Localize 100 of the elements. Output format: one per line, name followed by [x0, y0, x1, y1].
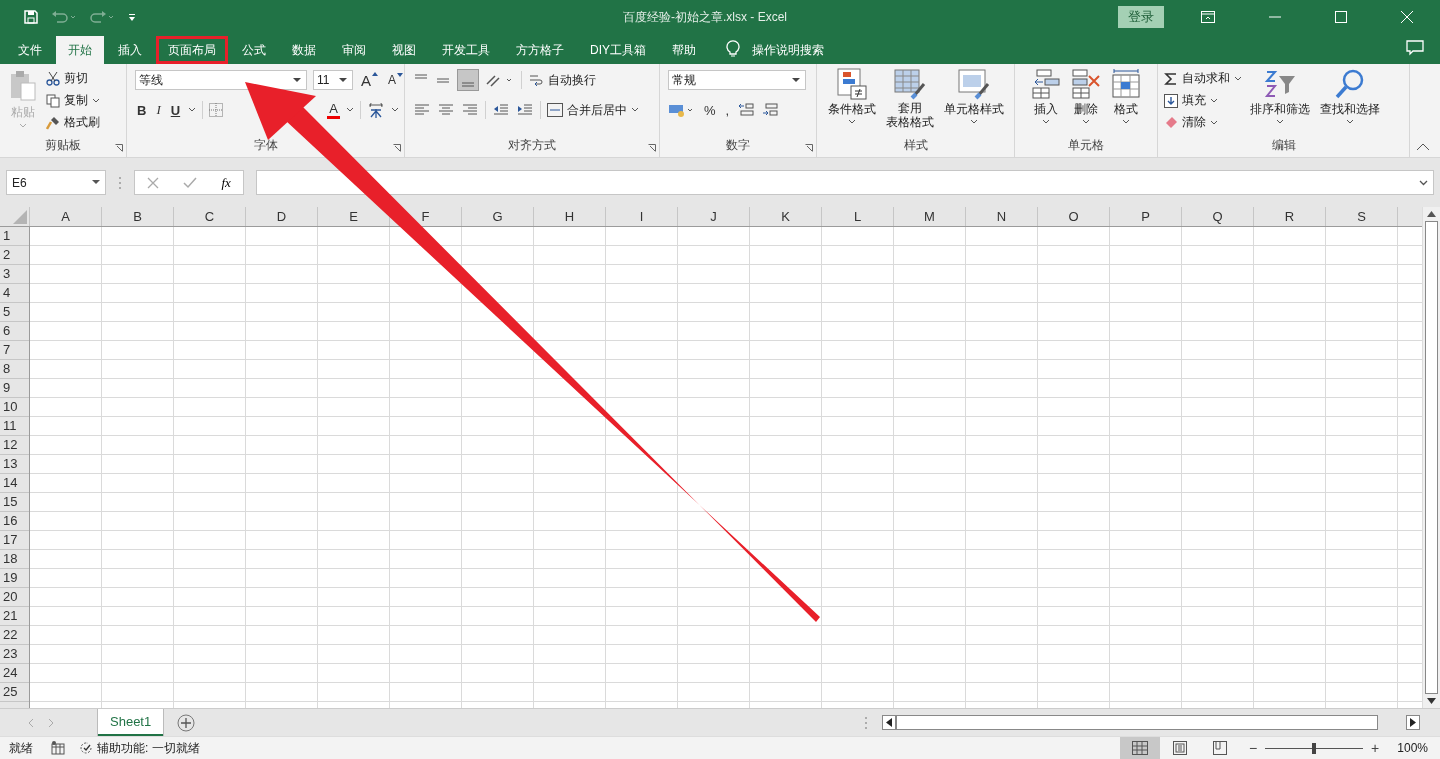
column-header[interactable]: Q	[1212, 209, 1223, 224]
group-label: 数字	[726, 138, 750, 152]
row-header[interactable]: 15	[3, 494, 18, 509]
column-header[interactable]: E	[349, 209, 358, 224]
font-style-button[interactable]: B	[135, 102, 149, 118]
ribbon-tab[interactable]: 插入	[106, 36, 154, 64]
group-label: 编辑	[1271, 138, 1296, 152]
cell-styles-button[interactable]: 单元格样式	[941, 68, 1006, 125]
font-name-dropdown[interactable]: 等线	[135, 70, 307, 90]
row-header[interactable]: 2	[3, 247, 11, 262]
tell-me-search[interactable]: 操作说明搜索	[752, 36, 824, 64]
percent-button[interactable]: %	[702, 102, 718, 118]
row-header[interactable]: 3	[3, 266, 11, 281]
row-header[interactable]: 11	[3, 418, 17, 433]
sheet-tab[interactable]: Sheet1	[98, 709, 164, 736]
insert-cells-button[interactable]: 插入	[1029, 68, 1063, 125]
font-style-button[interactable]: I	[154, 102, 163, 118]
row-header[interactable]: 5	[3, 304, 11, 319]
format-painter-button[interactable]: 格式刷	[46, 112, 100, 133]
column-header[interactable]: G	[492, 209, 503, 224]
merge-center-button[interactable]: 合并后居中	[547, 99, 639, 121]
sort-filter-button[interactable]: 排序和筛选	[1248, 68, 1312, 125]
row-header[interactable]: 22	[3, 627, 18, 642]
row-header[interactable]: 17	[3, 532, 18, 547]
column-header[interactable]: L	[853, 209, 862, 224]
autosum-button[interactable]: 自动求和	[1164, 68, 1242, 89]
row-header[interactable]: 23	[3, 646, 18, 661]
column-header[interactable]: R	[1284, 209, 1295, 224]
ribbon-tab[interactable]: 公式	[230, 36, 278, 64]
column-header[interactable]: F	[421, 209, 430, 224]
window-title: 百度经验-初始之章.xlsx - Excel	[623, 8, 788, 26]
row-header[interactable]: 7	[3, 342, 11, 357]
ribbon-tab[interactable]: 开发工具	[430, 36, 502, 64]
grow-font-button[interactable]: A	[359, 71, 380, 89]
font-size-dropdown[interactable]: 11	[313, 70, 353, 90]
accessibility-status[interactable]: 辅助功能: 一切就绪	[79, 739, 200, 757]
row-header[interactable]: 20	[3, 589, 18, 604]
delete-cells-button[interactable]: 删除	[1069, 68, 1103, 125]
row-header[interactable]: 13	[3, 456, 18, 471]
row-header[interactable]: 10	[3, 399, 18, 414]
row-header[interactable]: 1	[3, 228, 11, 243]
row-header[interactable]: 16	[3, 513, 18, 528]
cut-button[interactable]: 剪切	[46, 68, 100, 89]
group-label: 样式	[903, 138, 928, 152]
row-header[interactable]: 24	[3, 665, 18, 680]
ribbon-tab[interactable]: 审阅	[330, 36, 378, 64]
column-header[interactable]: K	[781, 209, 790, 224]
zoom-out-button[interactable]: −	[1248, 740, 1258, 756]
format-as-table-button[interactable]: 套用 表格格式	[883, 68, 936, 129]
column-header[interactable]: O	[1068, 209, 1079, 224]
column-header[interactable]: C	[204, 209, 215, 224]
group-label: 对齐方式	[508, 138, 556, 152]
status-text: 就绪	[9, 739, 33, 757]
row-header[interactable]: 25	[3, 684, 18, 699]
column-header[interactable]: B	[133, 209, 142, 224]
wrap-text-button[interactable]: 自动换行	[528, 69, 596, 91]
row-header[interactable]: 14	[3, 475, 18, 490]
ribbon-tab[interactable]: 开始	[56, 36, 104, 64]
zoom-level[interactable]: 100%	[1397, 741, 1428, 755]
column-header[interactable]: I	[639, 209, 644, 224]
zoom-in-button[interactable]: +	[1371, 740, 1380, 756]
row-header[interactable]: 21	[3, 608, 18, 623]
column-header[interactable]: J	[710, 209, 717, 224]
group-label: 字体	[253, 138, 278, 152]
column-header[interactable]: D	[276, 209, 287, 224]
ribbon-tab[interactable]: 视图	[380, 36, 428, 64]
ribbon-tab[interactable]: 页面布局	[156, 36, 228, 64]
column-header[interactable]: M	[924, 209, 935, 224]
ribbon-tab[interactable]: 帮助	[660, 36, 708, 64]
row-header[interactable]: 18	[3, 551, 18, 566]
row-header[interactable]: 12	[3, 437, 18, 452]
row-header[interactable]: 9	[3, 380, 11, 395]
find-select-button[interactable]: 查找和选择	[1318, 68, 1382, 125]
clear-button[interactable]: 清除	[1164, 112, 1242, 133]
fill-button[interactable]: 填充	[1164, 90, 1242, 111]
insert-function-button[interactable]: fx	[221, 174, 231, 191]
font-color-button[interactable]: A	[327, 101, 340, 119]
column-header[interactable]: A	[61, 209, 70, 224]
row-header[interactable]: 4	[3, 285, 11, 300]
number-format-dropdown[interactable]: 常规	[668, 70, 806, 90]
font-style-button[interactable]: U	[168, 102, 183, 118]
ribbon-tab[interactable]: 文件	[6, 36, 54, 64]
ribbon-tab[interactable]: 方方格子	[504, 36, 576, 64]
group-label: 剪贴板	[45, 138, 81, 152]
ribbon-tab[interactable]: DIY工具箱	[578, 36, 658, 64]
name-box[interactable]: E6	[6, 170, 106, 195]
sign-in-button[interactable]: 登录	[1118, 6, 1164, 28]
column-header[interactable]: S	[1357, 209, 1366, 224]
column-header[interactable]: N	[996, 209, 1007, 224]
column-header[interactable]: H	[564, 209, 575, 224]
format-cells-button[interactable]: 格式	[1109, 68, 1143, 125]
comma-button[interactable]: ,	[723, 102, 732, 118]
copy-button[interactable]: 复制	[46, 90, 100, 111]
column-header[interactable]: P	[1141, 209, 1150, 224]
row-header[interactable]: 6	[3, 323, 11, 338]
ribbon-tab[interactable]: 数据	[280, 36, 328, 64]
shrink-font-button[interactable]: A	[386, 73, 406, 87]
conditional-formatting-button[interactable]: 条件格式	[825, 68, 878, 125]
row-header[interactable]: 8	[3, 361, 11, 376]
row-header[interactable]: 19	[3, 570, 18, 585]
